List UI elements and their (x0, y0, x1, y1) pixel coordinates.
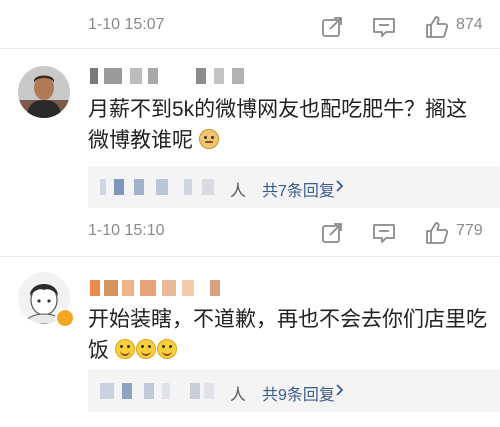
verified-badge (55, 308, 75, 328)
share-icon[interactable] (319, 220, 345, 246)
comment-icon[interactable] (371, 220, 397, 246)
smile-emoji-icon (135, 339, 156, 359)
reply-preview-tail: 人 (230, 183, 247, 200)
username-blurred[interactable] (90, 280, 270, 296)
username-blurred[interactable] (90, 68, 290, 84)
comment-body: 月薪不到5k的微博网友也配吃肥牛？搁这微博教谁呢 (88, 98, 468, 152)
like-icon[interactable] (424, 14, 450, 40)
doge-emoji-icon (198, 129, 219, 149)
replies-box[interactable]: 人 共9条回复 (88, 370, 500, 412)
separator (0, 256, 500, 257)
share-icon[interactable] (319, 14, 345, 40)
view-replies-link[interactable]: 共7条回复 (262, 177, 335, 201)
comment-icon[interactable] (371, 14, 397, 40)
chevron-right-icon (336, 384, 344, 396)
avatar[interactable] (18, 66, 70, 118)
separator (0, 48, 500, 49)
comment-text: 开始装瞎，不道歉，再也不会去你们店里吃饭 (88, 304, 488, 366)
like-icon[interactable] (424, 220, 450, 246)
reply-preview-tail: 人 (230, 387, 247, 404)
chevron-right-icon (336, 180, 344, 192)
view-replies-link[interactable]: 共9条回复 (262, 381, 335, 405)
comment-time: 1-10 15:10 (88, 222, 165, 239)
smile-emoji-icon (114, 339, 135, 359)
like-count: 874 (456, 16, 483, 33)
reply-preview-blurred (100, 177, 214, 197)
user-avatar-image (18, 66, 70, 118)
replies-box[interactable]: 人 共7条回复 (88, 166, 500, 208)
comment-meta-row: 1-10 15:07 874 (0, 8, 500, 48)
comment-meta-row: 1-10 15:10 779 (0, 214, 500, 254)
reply-preview-blurred (100, 381, 214, 401)
like-count: 779 (456, 222, 483, 239)
smile-emoji-icon (156, 339, 177, 359)
comment-text: 月薪不到5k的微博网友也配吃肥牛？搁这微博教谁呢 (88, 94, 488, 156)
comment-time: 1-10 15:07 (88, 16, 165, 33)
